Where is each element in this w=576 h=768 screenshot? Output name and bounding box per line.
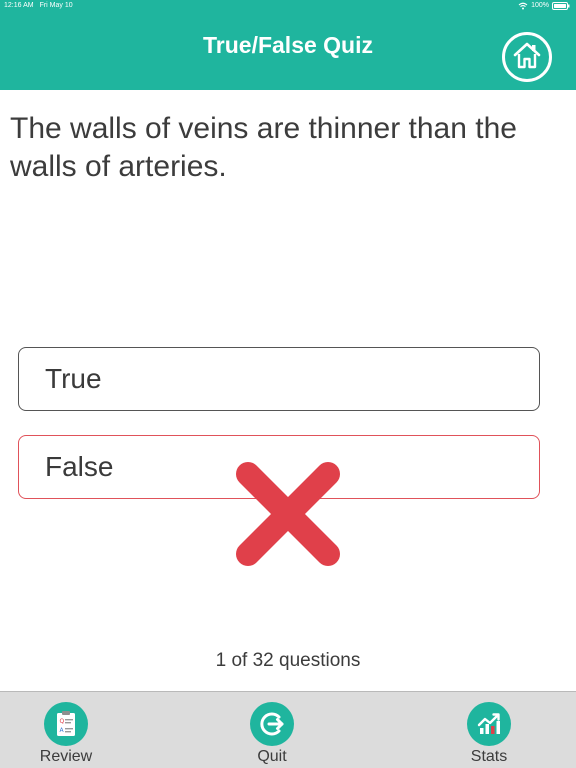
review-clipboard-icon: Q A: [44, 702, 88, 746]
home-button[interactable]: [502, 32, 552, 82]
answer-true-button[interactable]: True: [18, 347, 540, 411]
wrong-x-icon: [232, 458, 344, 570]
tab-review[interactable]: Q A Review: [16, 702, 116, 766]
home-icon: [512, 41, 542, 74]
tab-review-label: Review: [39, 748, 93, 765]
tab-stats[interactable]: Stats: [439, 702, 539, 766]
tab-quit-label: Quit: [257, 748, 287, 765]
app-header: True/False Quiz: [0, 12, 576, 90]
stats-chart-icon: [467, 702, 511, 746]
exit-icon: [250, 702, 294, 746]
question-text: The walls of veins are thinner than the …: [10, 112, 517, 183]
tab-bar: Q A Review Quit Stats: [0, 691, 576, 768]
tab-stats-label: Stats: [470, 748, 508, 765]
question-progress: 1 of 32 questions: [215, 650, 361, 671]
svg-text:Q: Q: [60, 718, 65, 725]
tab-quit[interactable]: Quit: [222, 702, 322, 766]
page-title: True/False Quiz: [203, 32, 373, 58]
